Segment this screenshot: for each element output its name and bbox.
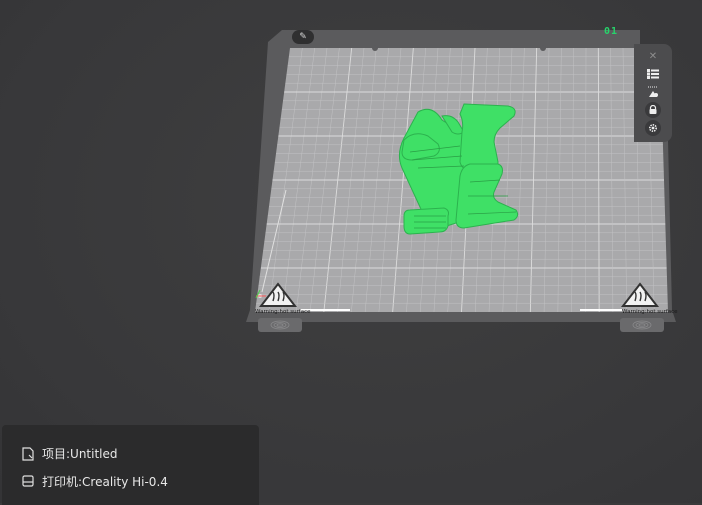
arrange-icon bbox=[647, 69, 659, 79]
project-row: 项目:Untitled bbox=[22, 445, 118, 462]
pencil-icon: ✎ bbox=[299, 32, 307, 42]
model-parts[interactable] bbox=[398, 103, 519, 235]
document-icon bbox=[22, 446, 36, 461]
plate-notch-right bbox=[540, 45, 546, 51]
warning-text-right: Warning:hot surface bbox=[622, 309, 678, 315]
warning-text-left: Warning:hot surface bbox=[255, 309, 311, 315]
plate-foot-left bbox=[258, 318, 302, 332]
plate-foot-right bbox=[620, 318, 664, 332]
project-name-label: 项目:Untitled bbox=[42, 447, 118, 461]
close-plate-button[interactable]: ✕ bbox=[641, 48, 665, 64]
project-info-panel: 项目:Untitled 打印机:Creality Hi-0.4 bbox=[2, 425, 259, 505]
plate-settings-button[interactable] bbox=[645, 120, 661, 136]
lock-plate-button[interactable] bbox=[645, 102, 661, 118]
printer-icon bbox=[22, 474, 36, 489]
plate-toolbar: ✕ bbox=[634, 44, 672, 142]
arrange-button[interactable] bbox=[641, 66, 665, 82]
gear-icon bbox=[648, 123, 658, 133]
edit-plate-button[interactable]: ✎ bbox=[292, 30, 314, 44]
printer-name-label: 打印机:Creality Hi-0.4 bbox=[42, 475, 168, 489]
lock-icon bbox=[649, 105, 657, 114]
auto-orient-icon bbox=[648, 86, 658, 97]
auto-orient-button[interactable] bbox=[641, 84, 665, 100]
printer-row: 打印机:Creality Hi-0.4 bbox=[22, 473, 168, 490]
plate-notch-left bbox=[372, 45, 378, 51]
model-part-ring[interactable] bbox=[403, 207, 449, 235]
close-icon: ✕ bbox=[648, 50, 658, 62]
3d-viewport[interactable]: Warning:hot surface Warning:hot surface … bbox=[0, 0, 702, 505]
plate-number-label[interactable]: 01 bbox=[604, 26, 618, 37]
